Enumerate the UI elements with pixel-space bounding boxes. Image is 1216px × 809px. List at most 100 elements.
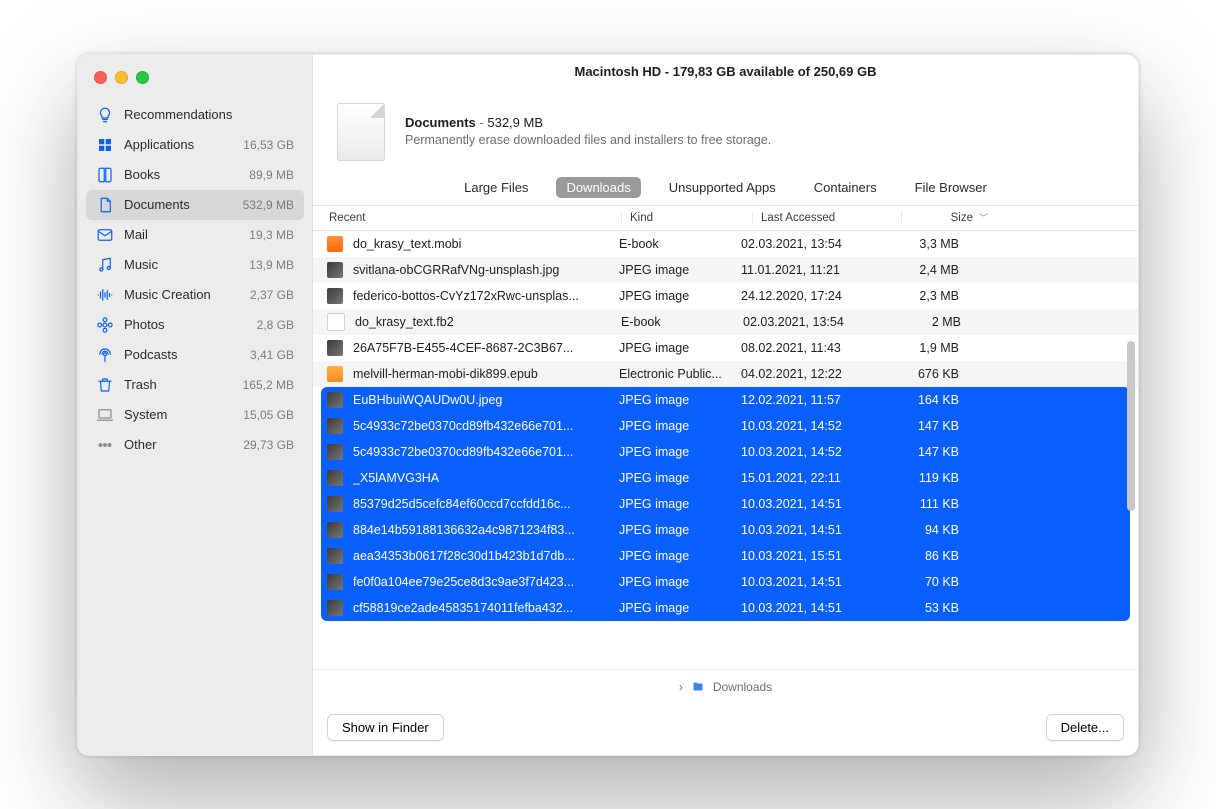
file-kind: E-book bbox=[619, 237, 741, 251]
close-window-button[interactable] bbox=[94, 71, 107, 84]
path-chevron: › bbox=[679, 680, 683, 694]
column-name[interactable]: Recent bbox=[327, 212, 621, 224]
folder-icon bbox=[691, 681, 705, 693]
sidebar-item-photos[interactable]: Photos2,8 GB bbox=[86, 310, 304, 340]
path-folder-name[interactable]: Downloads bbox=[713, 680, 772, 694]
file-date: 10.03.2021, 14:52 bbox=[741, 445, 881, 459]
file-row[interactable]: melvill-herman-mobi-dik899.epubElectroni… bbox=[313, 361, 1138, 387]
file-row[interactable]: EuBHbuiWQAUDw0U.jpegJPEG image12.02.2021… bbox=[321, 387, 1130, 413]
minimize-window-button[interactable] bbox=[115, 71, 128, 84]
sidebar-item-music[interactable]: Music13,9 MB bbox=[86, 250, 304, 280]
file-thumbnail bbox=[327, 574, 343, 590]
file-kind: JPEG image bbox=[619, 445, 741, 459]
sidebar: Recommendations Applications16,53 GBBooks… bbox=[78, 55, 313, 755]
file-row[interactable]: cf58819ce2ade45835174011fefba432...JPEG … bbox=[321, 595, 1130, 621]
file-size: 119 KB bbox=[881, 471, 969, 485]
file-kind: JPEG image bbox=[619, 549, 741, 563]
file-date: 02.03.2021, 13:54 bbox=[741, 237, 881, 251]
sidebar-item-value: 3,41 GB bbox=[250, 348, 294, 362]
file-thumbnail bbox=[327, 236, 343, 252]
sidebar-item-trash[interactable]: Trash165,2 MB bbox=[86, 370, 304, 400]
tab-downloads[interactable]: Downloads bbox=[556, 177, 640, 198]
file-size: 147 KB bbox=[881, 419, 969, 433]
sidebar-item-value: 19,3 MB bbox=[249, 228, 294, 242]
file-row[interactable]: svitlana-obCGRRafVNg-unsplash.jpgJPEG im… bbox=[313, 257, 1138, 283]
file-row[interactable]: do_krasy_text.fb2E-book02.03.2021, 13:54… bbox=[313, 309, 1138, 335]
show-in-finder-button[interactable]: Show in Finder bbox=[327, 714, 444, 741]
file-row[interactable]: _X5lAMVG3HAJPEG image15.01.2021, 22:1111… bbox=[321, 465, 1130, 491]
sidebar-item-books[interactable]: Books89,9 MB bbox=[86, 160, 304, 190]
file-name: _X5lAMVG3HA bbox=[353, 471, 619, 485]
file-date: 10.03.2021, 14:51 bbox=[741, 601, 881, 615]
book-icon bbox=[96, 166, 114, 184]
category-summary: Documents - 532,9 MB Permanently erase d… bbox=[313, 89, 1138, 171]
sidebar-item-mail[interactable]: Mail19,3 MB bbox=[86, 220, 304, 250]
sidebar-item-applications[interactable]: Applications16,53 GB bbox=[86, 130, 304, 160]
file-name: EuBHbuiWQAUDw0U.jpeg bbox=[353, 393, 619, 407]
file-name: 26A75F7B-E455-4CEF-8687-2C3B67... bbox=[353, 341, 619, 355]
file-row[interactable]: do_krasy_text.mobiE-book02.03.2021, 13:5… bbox=[313, 231, 1138, 257]
file-date: 10.03.2021, 14:51 bbox=[741, 497, 881, 511]
file-size: 111 KB bbox=[881, 497, 969, 511]
sidebar-item-label: Recommendations bbox=[124, 107, 284, 122]
tab-large-files[interactable]: Large Files bbox=[454, 177, 538, 198]
window-controls bbox=[78, 67, 312, 100]
file-row[interactable]: federico-bottos-CvYz172xRwc-unsplas...JP… bbox=[313, 283, 1138, 309]
file-kind: E-book bbox=[621, 315, 743, 329]
bulb-icon bbox=[96, 106, 114, 124]
file-row[interactable]: 5c4933c72be0370cd89fb432e66e701...JPEG i… bbox=[321, 439, 1130, 465]
file-date: 10.03.2021, 14:52 bbox=[741, 419, 881, 433]
zoom-window-button[interactable] bbox=[136, 71, 149, 84]
file-kind: JPEG image bbox=[619, 523, 741, 537]
file-thumbnail bbox=[327, 600, 343, 616]
file-name: 5c4933c72be0370cd89fb432e66e701... bbox=[353, 445, 619, 459]
sidebar-item-other[interactable]: Other 29,73 GB bbox=[86, 430, 304, 460]
file-kind: JPEG image bbox=[619, 471, 741, 485]
sidebar-item-documents[interactable]: Documents 532,9 MB bbox=[86, 190, 304, 220]
scrollbar-thumb[interactable] bbox=[1127, 341, 1135, 511]
file-date: 10.03.2021, 14:51 bbox=[741, 523, 881, 537]
mail-icon bbox=[96, 226, 114, 244]
file-name: 884e14b59188136632a4c9871234f83... bbox=[353, 523, 619, 537]
sidebar-item-value: 532,9 MB bbox=[243, 198, 294, 212]
file-row[interactable]: 5c4933c72be0370cd89fb432e66e701...JPEG i… bbox=[321, 413, 1130, 439]
laptop-icon bbox=[96, 406, 114, 424]
file-thumbnail bbox=[327, 366, 343, 382]
sidebar-item-label: Documents bbox=[124, 197, 233, 212]
delete-button[interactable]: Delete... bbox=[1046, 714, 1124, 741]
main-content: Macintosh HD - 179,83 GB available of 25… bbox=[313, 55, 1138, 755]
sidebar-item-recommendations[interactable]: Recommendations bbox=[86, 100, 304, 130]
sidebar-item-system[interactable]: System15,05 GB bbox=[86, 400, 304, 430]
sidebar-item-value: 29,73 GB bbox=[243, 438, 294, 452]
file-date: 10.03.2021, 14:51 bbox=[741, 575, 881, 589]
tab-bar: Large Files Downloads Unsupported Apps Cont… bbox=[313, 171, 1138, 206]
file-date: 15.01.2021, 22:11 bbox=[741, 471, 881, 485]
column-kind[interactable]: Kind bbox=[621, 212, 752, 224]
file-kind: JPEG image bbox=[619, 263, 741, 277]
path-bar: › Downloads bbox=[313, 669, 1138, 704]
sidebar-item-value: 2,37 GB bbox=[250, 288, 294, 302]
file-row[interactable]: fe0f0a104ee79e25ce8d3c9ae3f7d423...JPEG … bbox=[321, 569, 1130, 595]
column-date[interactable]: Last Accessed bbox=[752, 212, 901, 224]
tab-unsupported-apps[interactable]: Unsupported Apps bbox=[659, 177, 786, 198]
file-row[interactable]: aea34353b0617f28c30d1b423b1d7db...JPEG i… bbox=[321, 543, 1130, 569]
file-row[interactable]: 85379d25d5cefc84ef60ccd7ccfdd16c...JPEG … bbox=[321, 491, 1130, 517]
file-name: melvill-herman-mobi-dik899.epub bbox=[353, 367, 619, 381]
file-size: 86 KB bbox=[881, 549, 969, 563]
file-row[interactable]: 884e14b59188136632a4c9871234f83...JPEG i… bbox=[321, 517, 1130, 543]
file-date: 02.03.2021, 13:54 bbox=[743, 315, 883, 329]
sidebar-item-label: Other bbox=[124, 437, 233, 452]
sidebar-item-value: 89,9 MB bbox=[249, 168, 294, 182]
tab-containers[interactable]: Containers bbox=[804, 177, 887, 198]
sidebar-item-music-creation[interactable]: Music Creation2,37 GB bbox=[86, 280, 304, 310]
category-size: 532,9 MB bbox=[487, 115, 543, 130]
file-kind: JPEG image bbox=[619, 601, 741, 615]
file-row[interactable]: 26A75F7B-E455-4CEF-8687-2C3B67...JPEG im… bbox=[313, 335, 1138, 361]
column-size[interactable]: Size﹀ bbox=[901, 211, 998, 224]
sort-descending-icon: ﹀ bbox=[979, 211, 988, 224]
file-size: 147 KB bbox=[881, 445, 969, 459]
sidebar-item-podcasts[interactable]: Podcasts3,41 GB bbox=[86, 340, 304, 370]
tab-file-browser[interactable]: File Browser bbox=[905, 177, 997, 198]
file-name: do_krasy_text.mobi bbox=[353, 237, 619, 251]
file-kind: Electronic Public... bbox=[619, 367, 741, 381]
